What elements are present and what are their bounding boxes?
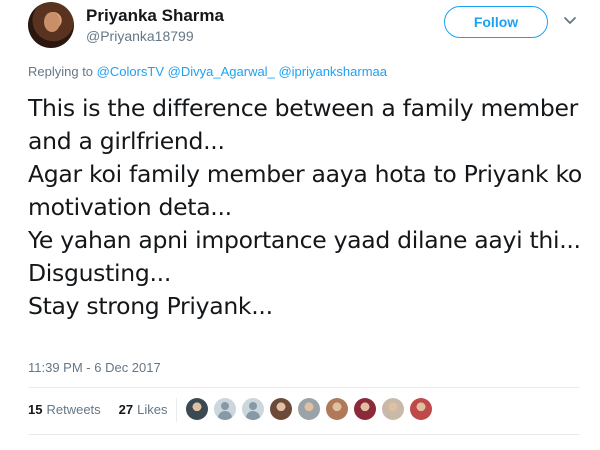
retweets-count[interactable]: 15 [28,402,42,417]
divider [28,387,580,388]
author-name[interactable]: Priyanka Sharma [86,6,224,26]
stats-divider [176,398,177,422]
replying-to: Replying to @ColorsTV @Divya_Agarwal_ @i… [28,64,387,79]
likes-count[interactable]: 27 [119,402,133,417]
liker-avatar[interactable] [382,398,404,420]
tweet-text: This is the difference between a family … [28,94,582,320]
tweet-header: Priyanka Sharma @Priyanka18799 Follow [28,2,588,52]
liker-avatar[interactable] [410,398,432,420]
follow-button[interactable]: Follow [444,6,548,38]
liker-avatar[interactable] [242,398,264,420]
likers-avatars [186,398,432,420]
liker-avatar[interactable] [326,398,348,420]
mention-link[interactable]: @Divya_Agarwal_ [168,64,275,79]
mention-link[interactable]: @ipriyanksharmaa [278,64,387,79]
tweet-stats: 15 Retweets 27 Likes [28,402,168,417]
divider [28,434,580,435]
author-handle[interactable]: @Priyanka18799 [86,28,194,44]
liker-avatar[interactable] [354,398,376,420]
liker-avatar[interactable] [298,398,320,420]
chevron-down-icon[interactable] [562,12,578,28]
liker-avatar[interactable] [186,398,208,420]
mention-link[interactable]: @ColorsTV [97,64,164,79]
likes-label[interactable]: Likes [137,402,167,417]
tweet-card: Priyanka Sharma @Priyanka18799 Follow Re… [0,0,600,450]
replying-to-label: Replying to [28,64,94,79]
tweet-timestamp[interactable]: 11:39 PM - 6 Dec 2017 [28,360,161,375]
liker-avatar[interactable] [214,398,236,420]
liker-avatar[interactable] [270,398,292,420]
author-avatar[interactable] [28,2,74,48]
retweets-label[interactable]: Retweets [46,402,100,417]
